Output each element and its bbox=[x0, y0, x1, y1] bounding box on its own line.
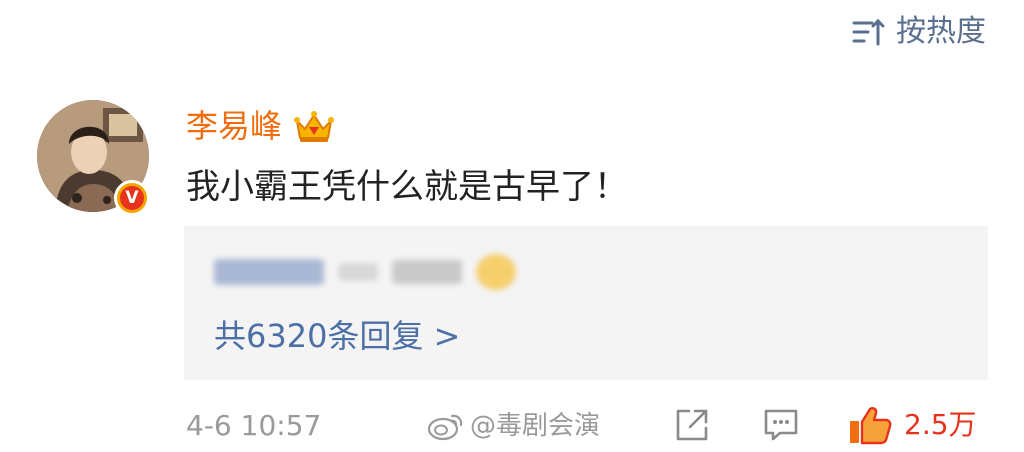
reply-button[interactable] bbox=[762, 406, 800, 444]
view-replies-link[interactable]: 共6320条回复 > bbox=[214, 314, 460, 358]
comment-timestamp: 4-6 10:57 bbox=[186, 409, 322, 442]
like-count: 2.5万 bbox=[904, 408, 977, 441]
sort-label: 按热度 bbox=[896, 14, 986, 49]
watermark: @毒剧会演 bbox=[426, 406, 600, 446]
weibo-logo-icon bbox=[427, 414, 463, 441]
blurred-reply-preview bbox=[214, 254, 516, 290]
reply-preview-box[interactable]: 共6320条回复 > bbox=[184, 226, 988, 380]
comment-text: 我小霸王凭什么就是古早了！ bbox=[186, 167, 628, 207]
thumbs-up-icon bbox=[850, 407, 892, 445]
crown-icon bbox=[294, 111, 335, 142]
comment-author[interactable]: 李易峰 bbox=[186, 104, 335, 148]
comment-footer: 4-6 10:57 @毒剧会演 2.5万 bbox=[0, 400, 1024, 452]
author-name: 李易峰 bbox=[186, 107, 283, 145]
like-button[interactable]: 2.5万 bbox=[848, 406, 977, 445]
watermark-text: @毒剧会演 bbox=[470, 411, 601, 441]
sort-by-hot-button[interactable]: 按热度 bbox=[852, 12, 986, 52]
share-button[interactable] bbox=[673, 406, 711, 444]
verified-badge: V bbox=[114, 180, 150, 216]
share-icon bbox=[676, 409, 708, 441]
comment-icon bbox=[764, 409, 798, 441]
sort-lines-icon bbox=[852, 18, 885, 46]
